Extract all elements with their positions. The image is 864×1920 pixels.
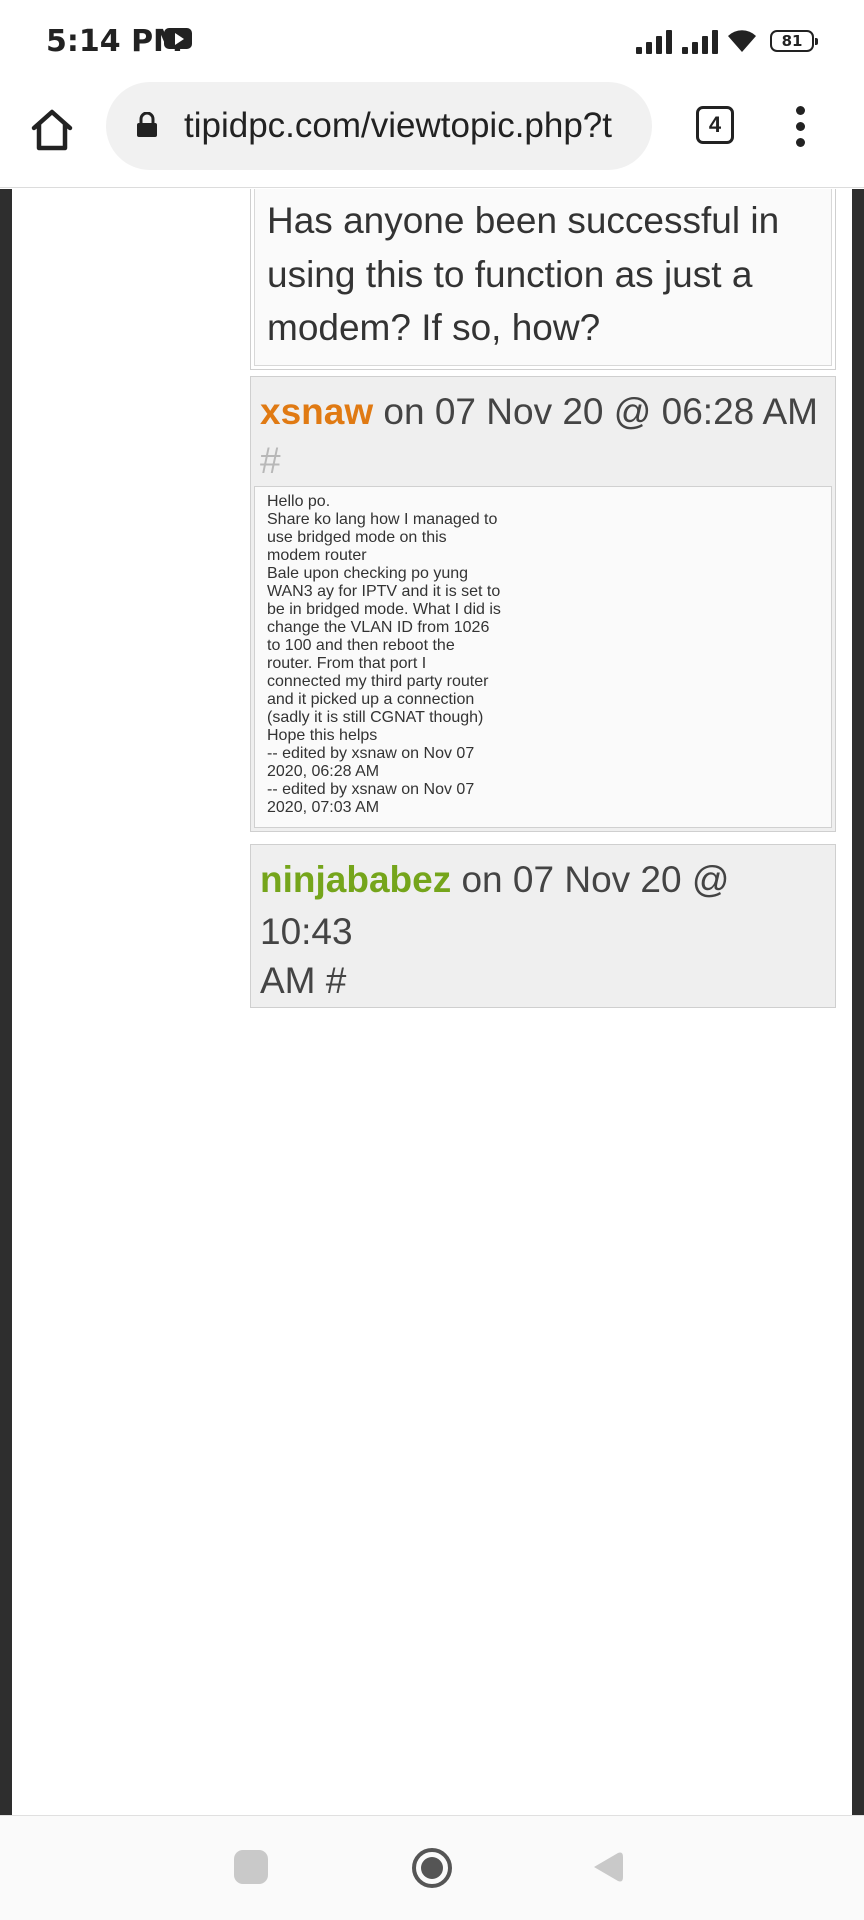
forum-post: ninjababez on 07 Nov 20 @ 10:43 AM # [250,843,836,1008]
home-nav-icon[interactable] [412,1848,452,1888]
edit-note: -- edited by xsnaw on Nov 07 2020, 06:28… [267,745,821,781]
text-line: -- edited by xsnaw on Nov 07 [267,780,475,798]
post-paragraph: Hello po. [267,493,821,511]
text-line: and it picked up a connection [267,690,475,708]
status-bar: 5:14 PM 81 [0,0,864,80]
post-permalink[interactable]: # [260,438,826,484]
status-time: 5:14 PM [46,24,183,59]
previous-post-text: Has anyone been successful in using this… [267,194,821,355]
post-paragraph: Bale upon checking po yung WAN3 ay for I… [267,565,821,727]
post-meta-continued: AM # [260,959,347,1001]
post-body: Hello po. Share ko lang how I managed to… [254,485,832,828]
text-line: -- edited by xsnaw on Nov 07 [267,744,475,762]
home-icon[interactable] [28,106,76,154]
text-line: modem? If so, how? [267,307,601,348]
text-line: router. From that port I [267,654,427,672]
tab-switcher-icon[interactable]: 4 [696,106,734,144]
recent-apps-icon[interactable] [234,1850,268,1884]
web-page[interactable]: Has anyone been successful in using this… [0,189,864,1815]
post-paragraph: Hope this helps [267,727,821,745]
post-paragraph: Share ko lang how I managed to use bridg… [267,511,821,565]
lock-icon [137,112,157,137]
signal-icon [636,30,678,54]
text-line: change the VLAN ID from 1026 [267,618,490,636]
edit-note: -- edited by xsnaw on Nov 07 2020, 07:03… [267,781,821,817]
text-line: (sadly it is still CGNAT though) [267,708,484,726]
text-line: Has anyone been successful in [267,200,780,241]
text-line: Bale upon checking po yung [267,564,469,582]
text-line: Hello po. [267,492,331,510]
text-line: 2020, 07:03 AM [267,798,380,816]
text-line: modem router [267,546,367,564]
url-text[interactable]: tipidpc.com/viewtopic.php?t [184,106,640,146]
post-header: xsnaw on 07 Nov 20 @ 06:28 AM # [254,380,832,484]
post-meta: on 07 Nov 20 @ 06:28 AM [373,390,818,432]
text-line: use bridged mode on this [267,528,447,546]
text-line: 2020, 06:28 AM [267,762,380,780]
post-header: ninjababez on 07 Nov 20 @ 10:43 AM # [254,848,832,1004]
wifi-icon [728,30,756,52]
post-author-link[interactable]: xsnaw [260,391,373,432]
forum-post: xsnaw on 07 Nov 20 @ 06:28 AM # Hello po… [250,375,836,832]
forum-thread: Has anyone been successful in using this… [250,189,836,1008]
text-line: to 100 and then reboot the [267,636,455,654]
text-line: Share ko lang how I managed to [267,510,498,528]
youtube-icon [164,28,192,49]
text-line: Hope this helps [267,726,378,744]
previous-post-body: Has anyone been successful in using this… [250,189,836,370]
address-bar[interactable]: tipidpc.com/viewtopic.php?t [106,82,652,170]
text-line: connected my third party router [267,672,489,690]
text-line: be in bridged mode. What I did is [267,600,501,618]
page-left-border [0,189,12,1815]
battery-icon: 81 [770,30,818,52]
more-vert-icon[interactable] [786,104,816,150]
browser-toolbar: tipidpc.com/viewtopic.php?t 4 [0,80,864,188]
page-right-border [852,189,864,1815]
system-nav-bar [0,1815,864,1920]
post-author-link[interactable]: ninjababez [260,859,451,900]
text-line: WAN3 ay for IPTV and it is set to [267,582,501,600]
signal-icon [682,30,724,54]
text-line: using this to function as just a [267,253,753,295]
back-icon[interactable] [590,1850,626,1884]
